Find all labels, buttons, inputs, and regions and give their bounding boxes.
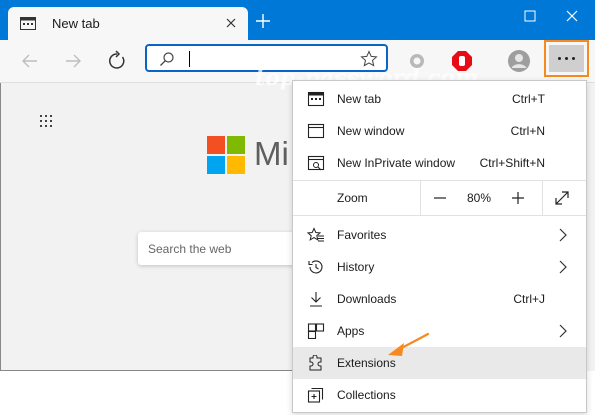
chevron-right-icon xyxy=(559,324,567,338)
menu-item-label: New InPrivate window xyxy=(337,156,456,170)
zoom-value: 80% xyxy=(466,191,492,205)
menu-item-new-inprivate-window[interactable]: New InPrivate window Ctrl+Shift+N xyxy=(293,147,586,179)
window-icon xyxy=(307,123,325,139)
menu-item-downloads[interactable]: Downloads Ctrl+J xyxy=(293,283,586,315)
close-window-icon[interactable] xyxy=(560,6,584,26)
menu-item-label: Downloads xyxy=(337,292,397,306)
menu-item-label: Apps xyxy=(337,324,365,338)
menu-item-label: New tab xyxy=(337,92,382,106)
text-caret xyxy=(189,51,190,67)
settings-menu: New tab Ctrl+T New window Ctrl+N New InP… xyxy=(292,80,587,413)
menu-item-extensions[interactable]: Extensions xyxy=(293,347,586,379)
apps-icon xyxy=(307,323,325,339)
profile-avatar-icon[interactable] xyxy=(507,49,531,73)
search-placeholder: Search the web xyxy=(148,242,232,256)
back-arrow-icon[interactable] xyxy=(18,49,42,73)
zoom-label: Zoom xyxy=(337,191,368,205)
menu-item-shortcut: Ctrl+N xyxy=(510,124,545,138)
extensions-icon xyxy=(309,355,322,371)
menu-item-favorites[interactable]: Favorites xyxy=(293,219,586,251)
history-icon xyxy=(308,260,323,274)
maximize-icon[interactable] xyxy=(518,6,542,26)
zoom-divider xyxy=(420,181,421,215)
menu-item-collections[interactable]: Collections xyxy=(293,379,586,411)
app-launcher-grid-icon[interactable] xyxy=(40,115,54,129)
menu-item-label: History xyxy=(337,260,375,274)
menu-item-new-tab[interactable]: New tab Ctrl+T xyxy=(293,83,586,115)
new-tab-icon xyxy=(307,91,325,107)
forward-arrow-icon[interactable] xyxy=(61,49,85,73)
menu-item-shortcut: Ctrl+J xyxy=(513,292,545,306)
menu-separator xyxy=(293,215,586,216)
favorites-icon xyxy=(307,227,324,242)
menu-item-apps[interactable]: Apps xyxy=(293,315,586,347)
title-bar: New tab xyxy=(0,0,595,40)
new-tab-plus-icon[interactable] xyxy=(254,12,272,30)
close-tab-icon[interactable] xyxy=(222,14,240,32)
menu-item-history[interactable]: History xyxy=(293,251,586,283)
chevron-right-icon xyxy=(559,228,567,242)
microsoft-logo-icon xyxy=(207,136,245,174)
zoom-row: Zoom 80% xyxy=(293,181,586,215)
menu-item-new-window[interactable]: New window Ctrl+N xyxy=(293,115,586,147)
inprivate-icon xyxy=(307,155,325,171)
more-dots-icon xyxy=(558,57,575,60)
zoom-out-minus-icon[interactable] xyxy=(431,189,449,207)
downloads-icon xyxy=(310,292,322,307)
zoom-in-plus-icon[interactable] xyxy=(509,189,527,207)
menu-item-label: Favorites xyxy=(337,228,387,242)
search-icon xyxy=(160,52,174,66)
brand-text: Mi xyxy=(254,135,289,172)
chevron-right-icon xyxy=(559,260,567,274)
fullscreen-icon[interactable] xyxy=(553,189,571,207)
menu-item-shortcut: Ctrl+T xyxy=(512,92,545,106)
tab-new-tab[interactable]: New tab xyxy=(8,7,248,40)
annotation-arrow-icon xyxy=(388,332,430,356)
collections-icon xyxy=(307,387,324,403)
settings-and-more-button[interactable] xyxy=(544,40,589,77)
menu-item-shortcut: Ctrl+Shift+N xyxy=(479,156,545,170)
window-edge xyxy=(0,83,1,371)
tab-title: New tab xyxy=(52,16,100,31)
zoom-divider xyxy=(542,181,543,215)
tab-page-icon xyxy=(20,17,36,30)
web-search-box[interactable]: Search the web xyxy=(138,232,298,265)
refresh-icon[interactable] xyxy=(105,49,129,73)
menu-item-label: Collections xyxy=(337,388,396,402)
menu-item-label: New window xyxy=(337,124,405,138)
